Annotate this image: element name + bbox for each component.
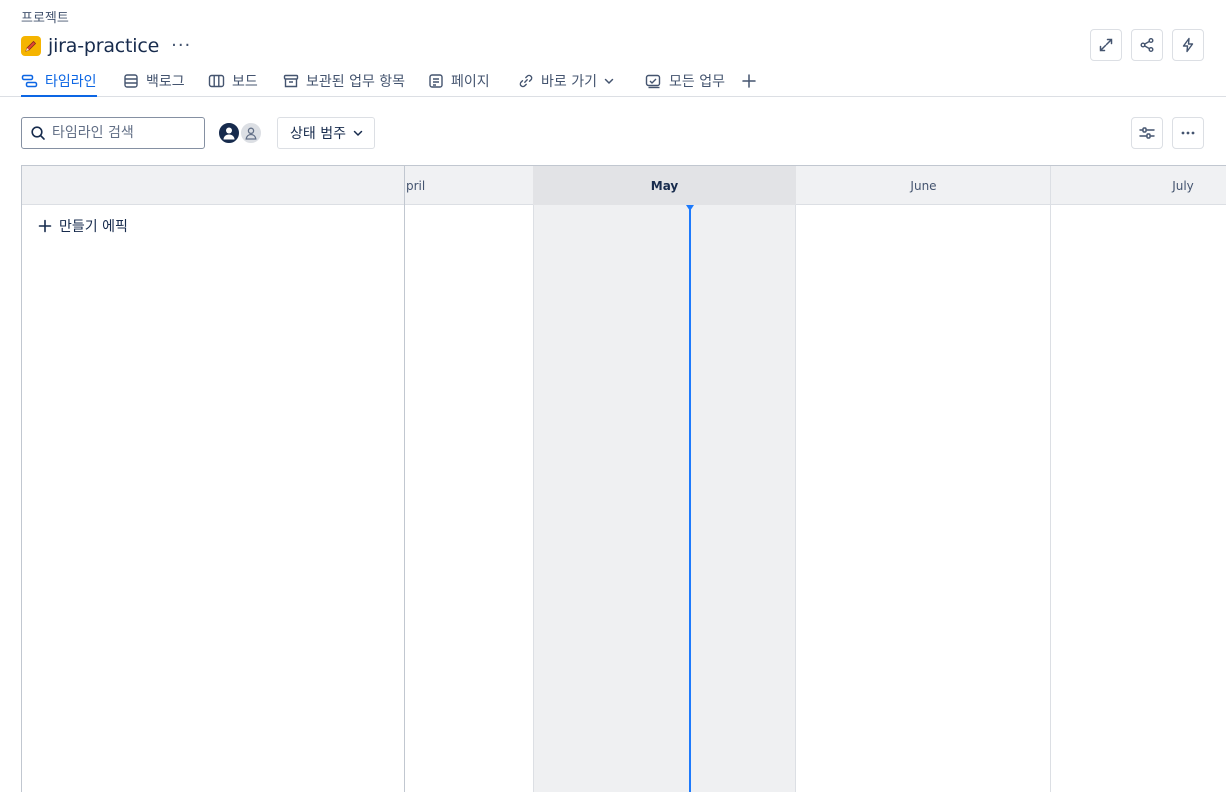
all-work-icon — [645, 73, 662, 89]
tab-shortcuts[interactable]: 바로 가기 — [518, 66, 615, 96]
tab-label: 모든 업무 — [669, 74, 725, 90]
month-header-april: pril — [406, 178, 426, 193]
project-title: jira-practice — [48, 35, 160, 57]
project-more-button[interactable]: ··· — [171, 37, 191, 55]
today-marker-line — [689, 205, 691, 792]
chevron-down-icon — [352, 127, 364, 139]
view-settings-button[interactable] — [1131, 117, 1163, 149]
epic-list-column — [22, 166, 405, 792]
page-icon — [428, 73, 444, 89]
assignee-filter — [217, 121, 263, 145]
tab-label: 백로그 — [146, 74, 185, 90]
add-tab-button[interactable] — [741, 66, 757, 96]
tab-pages[interactable]: 페이지 — [428, 66, 490, 96]
more-horizontal-icon — [1181, 131, 1195, 135]
month-header-june: June — [910, 178, 937, 193]
board-icon — [208, 73, 225, 89]
unassigned-avatar[interactable] — [239, 121, 263, 145]
project-header: jira-practice ··· — [21, 33, 191, 59]
create-epic-button[interactable]: 만들기 에픽 — [38, 216, 128, 236]
expand-icon — [1099, 38, 1113, 52]
user-outline-icon — [245, 127, 257, 140]
toolbar-actions — [1131, 117, 1204, 149]
month-header-may: May — [650, 178, 679, 193]
tab-label: 바로 가기 — [541, 74, 597, 90]
tab-label: 보드 — [232, 74, 258, 90]
tab-label: 페이지 — [451, 74, 490, 90]
status-category-dropdown[interactable]: 상태 범주 — [277, 117, 375, 149]
project-tabs: 타임라인 백로그 보드 보관된 업무 항목 페이지 바로 가기 모든 업무 — [0, 66, 1226, 97]
search-input[interactable] — [52, 125, 192, 141]
timeline-icon — [21, 73, 38, 89]
tab-label: 타임라인 — [45, 74, 97, 90]
tab-board[interactable]: 보드 — [208, 66, 258, 96]
plus-icon — [742, 74, 756, 88]
month-header-july: July — [1172, 178, 1194, 193]
search-box[interactable] — [21, 117, 205, 149]
timeline-grid: pril May June July 만들기 에픽 — [21, 165, 1226, 792]
chevron-down-icon — [603, 75, 615, 87]
tab-archived[interactable]: 보관된 업무 항목 — [283, 66, 405, 96]
share-button[interactable] — [1131, 29, 1163, 61]
avatar[interactable] — [217, 121, 241, 145]
project-pencil-icon — [21, 36, 41, 56]
automation-button[interactable] — [1172, 29, 1204, 61]
fullscreen-button[interactable] — [1090, 29, 1122, 61]
status-category-label: 상태 범주 — [290, 126, 346, 142]
settings-sliders-icon — [1139, 127, 1155, 139]
month-divider — [1050, 166, 1051, 792]
tab-all-work[interactable]: 모든 업무 — [645, 66, 725, 96]
archive-icon — [283, 73, 299, 89]
more-actions-button[interactable] — [1172, 117, 1204, 149]
tab-backlog[interactable]: 백로그 — [123, 66, 185, 96]
create-epic-label: 만들기 에픽 — [59, 219, 128, 235]
lightning-icon — [1182, 37, 1194, 53]
share-icon — [1140, 38, 1154, 52]
header-actions — [1090, 29, 1204, 61]
link-icon — [518, 73, 534, 89]
tab-label: 보관된 업무 항목 — [306, 74, 406, 90]
tab-timeline[interactable]: 타임라인 — [21, 66, 97, 97]
plus-icon — [38, 219, 52, 233]
timeline-toolbar: 상태 범주 — [0, 117, 1226, 149]
breadcrumb[interactable]: 프로젝트 — [21, 7, 69, 26]
today-marker-cap — [686, 205, 694, 211]
current-month-column — [533, 166, 796, 792]
backlog-icon — [123, 73, 139, 89]
search-icon — [31, 126, 45, 140]
user-icon — [223, 127, 235, 140]
